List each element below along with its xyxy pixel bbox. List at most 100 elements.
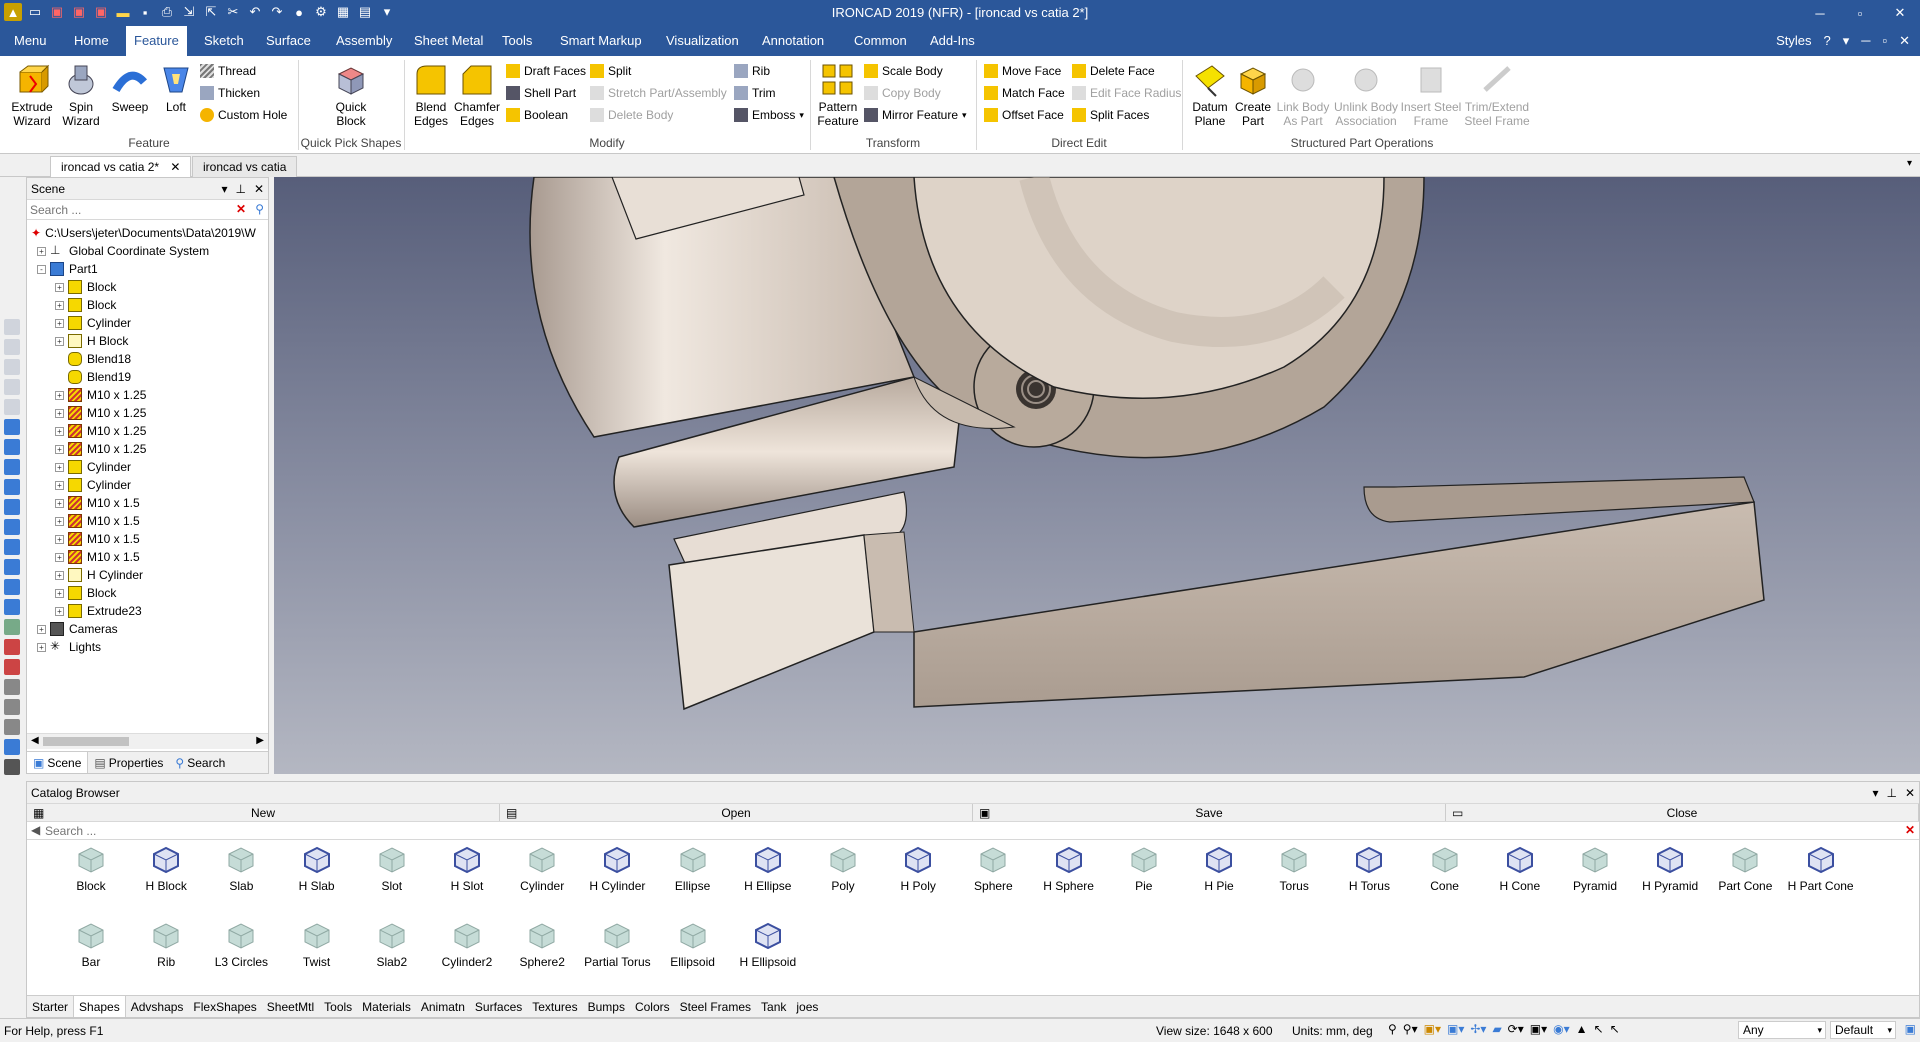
catalog-tab-colors[interactable]: Colors [630,996,675,1017]
extrude-wizard-button[interactable]: Extrude Wizard [8,62,56,128]
view-tool-icon[interactable] [4,399,20,415]
catalog-shape-item[interactable]: H Part Cone [1784,844,1858,893]
catalog-shape-item[interactable]: H Sphere [1032,844,1106,893]
expand-toggle-icon[interactable]: + [55,300,64,310]
section-icon[interactable] [4,639,20,655]
custom-hole-button[interactable]: Custom Hole [200,106,287,124]
render-mode-icon[interactable]: ▣▾ [1424,1022,1441,1036]
display-icon[interactable]: ▣▾ [1530,1022,1547,1036]
tree-item[interactable]: + ⊥ Global Coordinate System [37,242,209,260]
expand-toggle-icon[interactable]: + [55,552,64,562]
tree-item[interactable]: + Cylinder [55,314,131,332]
tree-item[interactable]: - Part1 [37,260,98,278]
tree-item[interactable]: + M10 x 1.25 [55,440,146,458]
menu-tab-tools[interactable]: Tools [494,26,540,56]
doc-tab-active[interactable]: ironcad vs catia 2* ✕ [50,156,192,177]
catalog-tab-bumps[interactable]: Bumps [583,996,630,1017]
catalog-close-button[interactable]: ▭ Close [1446,804,1919,821]
delete-face-button[interactable]: Delete Face [1072,62,1155,80]
menu-tab-feature[interactable]: Feature [126,26,187,56]
view-orient-icon[interactable] [4,579,20,595]
camera-icon[interactable]: ▰ [1492,1022,1501,1036]
catalog-shape-item[interactable]: L3 Circles [204,920,278,969]
app-logo-icon[interactable]: ▲ [4,3,22,21]
catalog-tab-flexshapes[interactable]: FlexShapes [188,996,261,1017]
view-mode-icon[interactable]: ▣▾ [1447,1022,1464,1036]
angle-icon[interactable] [4,679,20,695]
catalog-shape-item[interactable]: H Pie [1182,844,1256,893]
close-tab-icon[interactable]: ✕ [170,160,180,174]
scroll-left-icon[interactable]: ◀ [31,735,39,746]
scroll-right-icon[interactable]: ▶ [256,735,264,746]
split-faces-button[interactable]: Split Faces [1072,106,1149,124]
catalog-shape-item[interactable]: Rib [129,920,203,969]
3d-viewport[interactable] [274,173,1920,774]
scene-search-input[interactable] [27,200,217,219]
expand-toggle-icon[interactable]: - [37,264,46,274]
trim-button[interactable]: Trim [734,84,776,102]
view-tool-icon[interactable] [4,339,20,355]
tree-item[interactable]: + Block [55,296,116,314]
expand-toggle-icon[interactable]: + [55,444,64,454]
catalog-tab-starter[interactable]: Starter [27,996,73,1017]
catalog-shape-item[interactable]: Bar [54,920,128,969]
doc-minimize-icon[interactable]: ─ [1861,33,1870,49]
menu-tab-surface[interactable]: Surface [258,26,319,56]
catalog-tab-materials[interactable]: Materials [357,996,416,1017]
expand-toggle-icon[interactable]: + [55,318,64,328]
ribbon-minimize-icon[interactable]: ▾ [1843,33,1850,49]
dimension-icon[interactable] [4,659,20,675]
view-orient-icon[interactable] [4,439,20,455]
expand-toggle-icon[interactable]: + [37,624,46,634]
rotate-icon[interactable] [4,699,20,715]
sweep-button[interactable]: Sweep [108,62,152,114]
menu-tab-smart-markup[interactable]: Smart Markup [552,26,650,56]
tab-search[interactable]: ⚲ Search [169,752,231,773]
filter-select[interactable]: Any ▾ [1738,1021,1826,1039]
catalog-search-input[interactable] [45,822,445,839]
tree-root[interactable]: ✦ C:\Users\jeter\Documents\Data\2019\W [31,224,256,242]
select-icon[interactable]: ▲ [1576,1022,1588,1036]
menu-tab-assembly[interactable]: Assembly [328,26,400,56]
catalog-save-button[interactable]: ▣ Save [973,804,1446,821]
catalog-shape-item[interactable]: H Ellipse [731,844,805,893]
menu-tab-menu[interactable]: Menu [6,26,55,56]
menu-tab-visualization[interactable]: Visualization [658,26,747,56]
expand-toggle-icon[interactable]: + [55,336,64,346]
spin-wizard-button[interactable]: Spin Wizard [58,62,104,128]
pattern-feature-button[interactable]: Pattern Feature [816,62,860,128]
catalog-shape-item[interactable]: H Cone [1483,844,1557,893]
catalog-shape-item[interactable]: Ellipsoid [656,920,730,969]
delete-body-button[interactable]: Delete Body [590,106,673,124]
view-orient-icon[interactable] [4,599,20,615]
clock-icon[interactable] [4,719,20,735]
pin-icon[interactable]: ⊥ [1886,782,1896,804]
tree-item[interactable]: + M10 x 1.5 [55,494,140,512]
unlink-body-button[interactable]: Unlink Body Association [1334,62,1398,128]
expand-toggle-icon[interactable]: + [55,606,64,616]
loft-button[interactable]: Loft [156,62,196,114]
minimize-icon[interactable]: ─ [1800,0,1840,26]
match-face-button[interactable]: Match Face [984,84,1065,102]
customize-qat-icon[interactable]: ▾ [378,3,396,21]
expand-toggle-icon[interactable]: + [55,282,64,292]
catalog-tab-tools[interactable]: Tools [319,996,357,1017]
new-sheetmetal-icon[interactable]: ▣ [92,3,110,21]
catalog-tab-tank[interactable]: Tank [756,996,791,1017]
export-icon[interactable]: ⇱ [202,3,220,21]
rib-button[interactable]: Rib [734,62,770,80]
catalog-shape-item[interactable]: H Slot [430,844,504,893]
view-orient-icon[interactable] [4,479,20,495]
link-body-button[interactable]: Link Body As Part [1274,62,1332,128]
catalog-shape-item[interactable]: H Poly [881,844,955,893]
view-tool-icon[interactable] [4,379,20,395]
scene-status-icon[interactable]: ▣ [1905,1022,1916,1036]
draft-faces-button[interactable]: Draft Faces [506,62,586,80]
close-icon[interactable]: ✕ [1880,0,1920,26]
catalog-tab-animatn[interactable]: Animatn [416,996,470,1017]
lighting-icon[interactable]: ◉▾ [1553,1022,1570,1036]
save-file-icon[interactable]: ▪ [136,3,154,21]
tree-item[interactable]: + ✳ Lights [37,638,101,656]
help-icon[interactable]: ? [1824,33,1831,49]
catalog-shape-item[interactable]: H Torus [1332,844,1406,893]
